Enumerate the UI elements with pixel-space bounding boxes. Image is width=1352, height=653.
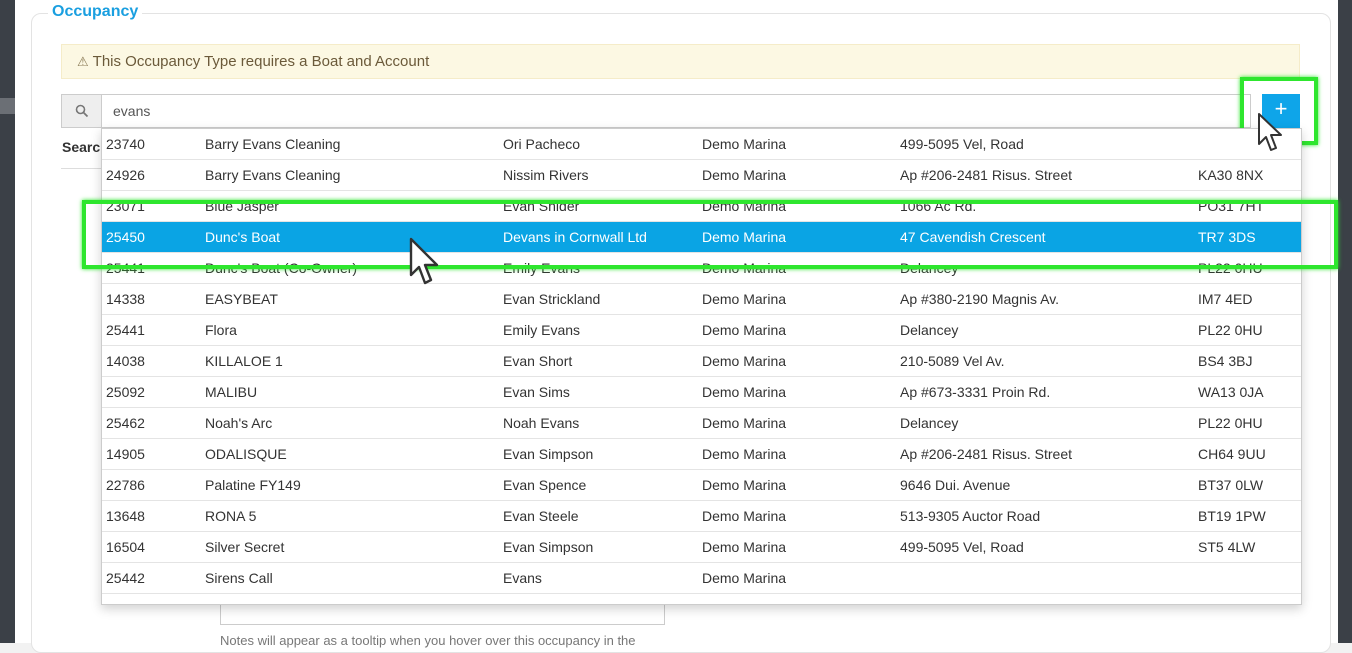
cell-id: 25462	[106, 415, 145, 431]
cell-postcode: PL22 0HU	[1198, 415, 1263, 431]
cell-id: 14905	[106, 446, 145, 462]
cell-owner: Evans	[503, 570, 542, 586]
cell-owner: Evan Sims	[503, 384, 570, 400]
cell-id: 13648	[106, 508, 145, 524]
cell-owner: Evan Simpson	[503, 446, 594, 462]
warning-alert: ⚠ This Occupancy Type requires a Boat and…	[61, 44, 1300, 79]
cell-address: 499-5095 Vel, Road	[900, 539, 1024, 555]
search-input[interactable]	[101, 94, 1251, 128]
cell-address: 210-5089 Vel Av.	[900, 353, 1005, 369]
result-row[interactable]: 16504 Silver Secret Evan Simpson Demo Marin…	[102, 532, 1301, 563]
cell-boat: Silver Secret	[205, 539, 285, 555]
cell-id: 24926	[106, 167, 145, 183]
left-sidebar-rail	[0, 0, 15, 643]
cell-address: Ap #206-2481 Risus. Street	[900, 446, 1072, 462]
cell-postcode: IM7 4ED	[1198, 291, 1253, 307]
cell-id: 23740	[106, 136, 145, 152]
cell-postcode: PL22 0HU	[1198, 322, 1263, 338]
cell-owner: Emily Evans	[503, 322, 581, 338]
cell-address: Ap #206-2481 Risus. Street	[900, 167, 1072, 183]
cell-boat: Noah's Arc	[205, 415, 273, 431]
cell-marina: Demo Marina	[702, 446, 787, 462]
cell-id: 25441	[106, 322, 145, 338]
cell-marina: Demo Marina	[702, 167, 787, 183]
cell-id: 14038	[106, 353, 145, 369]
cell-boat: Flora	[205, 322, 237, 338]
warning-icon: ⚠	[77, 54, 89, 69]
cell-postcode: WA13 0JA	[1198, 384, 1264, 400]
search-icon	[61, 94, 101, 128]
result-row[interactable]: 14038 KILLALOE 1 Evan Short Demo Marina 210-…	[102, 346, 1301, 377]
result-row[interactable]: 25092 MALIBU Evan Sims Demo Marina Ap #673-3…	[102, 377, 1301, 408]
cell-marina: Demo Marina	[702, 570, 787, 586]
cell-address: 499-5095 Vel, Road	[900, 136, 1024, 152]
selected-row-highlight	[82, 200, 1338, 269]
cell-marina: Demo Marina	[702, 291, 787, 307]
cell-address: Ap #380-2190 Magnis Av.	[900, 291, 1060, 307]
cell-boat: Barry Evans Cleaning	[205, 167, 341, 183]
cell-id: 22786	[106, 477, 145, 493]
result-row[interactable]: 25442 Sirens Call Evans Demo Marina	[102, 563, 1301, 594]
cell-address: 9646 Dui. Avenue	[900, 477, 1011, 493]
cell-marina: Demo Marina	[702, 353, 787, 369]
cell-postcode: ST5 4LW	[1198, 539, 1256, 555]
cell-marina: Demo Marina	[702, 322, 787, 338]
sidebar-toggle[interactable]	[0, 98, 15, 114]
cell-owner: Noah Evans	[503, 415, 580, 431]
cell-owner: Evan Short	[503, 353, 573, 369]
cell-postcode: KA30 8NX	[1198, 167, 1264, 183]
result-row[interactable]: 23740 Barry Evans Cleaning Ori Pacheco Demo…	[102, 129, 1301, 160]
cell-boat: Palatine FY149	[205, 477, 301, 493]
cell-postcode: BT19 1PW	[1198, 508, 1266, 524]
cell-id: 16504	[106, 539, 145, 555]
cell-owner: Nissim Rivers	[503, 167, 589, 183]
result-row[interactable]: 25462 Noah's Arc Noah Evans Demo Marina Dela…	[102, 408, 1301, 439]
result-row[interactable]: 14905 ODALISQUE Evan Simpson Demo Marina Ap …	[102, 439, 1301, 470]
cell-marina: Demo Marina	[702, 508, 787, 524]
cell-postcode: BS4 3BJ	[1198, 353, 1253, 369]
cell-boat: ODALISQUE	[205, 446, 287, 462]
cell-address: Delancey	[900, 415, 959, 431]
cell-id: 14338	[106, 291, 145, 307]
cell-marina: Demo Marina	[702, 477, 787, 493]
cell-boat: Barry Evans Cleaning	[205, 136, 341, 152]
cell-marina: Demo Marina	[702, 539, 787, 555]
cell-postcode: BT37 0LW	[1198, 477, 1264, 493]
cell-boat: KILLALOE 1	[205, 353, 283, 369]
cell-id: 25092	[106, 384, 145, 400]
alert-text: This Occupancy Type requires a Boat and …	[92, 53, 430, 70]
cell-postcode: CH64 9UU	[1198, 446, 1266, 462]
page-content: Occupancy ⚠ This Occupancy Type requires …	[15, 0, 1338, 653]
result-row[interactable]: 13648 RONA 5 Evan Steele Demo Marina 513-930…	[102, 501, 1301, 532]
cell-boat: MALIBU	[205, 384, 258, 400]
cell-owner: Evan Spence	[503, 477, 587, 493]
cell-marina: Demo Marina	[702, 415, 787, 431]
cell-owner: Evan Steele	[503, 508, 579, 524]
right-scrollbar[interactable]	[1338, 0, 1352, 643]
cell-marina: Demo Marina	[702, 384, 787, 400]
result-row[interactable]: 22786 Palatine FY149 Evan Spence Demo Marin…	[102, 470, 1301, 501]
result-row[interactable]: 25441 Flora Emily Evans Demo Marina Delancey…	[102, 315, 1301, 346]
cell-boat: Sirens Call	[205, 570, 273, 586]
cell-owner: Evan Simpson	[503, 539, 594, 555]
cell-owner: Evan Strickland	[503, 291, 601, 307]
cell-boat: RONA 5	[205, 508, 257, 524]
cell-marina: Demo Marina	[702, 136, 787, 152]
result-row[interactable]: 24926 Barry Evans Cleaning Nissim Rivers De…	[102, 160, 1301, 191]
search-section-label: Searc	[62, 139, 101, 155]
cell-id: 25442	[106, 570, 145, 586]
cell-address: Ap #673-3331 Proin Rd.	[900, 384, 1051, 400]
boat-search-group	[61, 94, 1261, 128]
cell-address: 513-9305 Auctor Road	[900, 508, 1041, 524]
cell-boat: EASYBEAT	[205, 291, 278, 307]
notes-help-text: Notes will appear as a tooltip when you …	[220, 633, 636, 648]
result-row[interactable]: 14338 EASYBEAT Evan Strickland Demo Marina A…	[102, 284, 1301, 315]
panel-title: Occupancy	[48, 3, 143, 21]
cell-address: Delancey	[900, 322, 959, 338]
cell-owner: Ori Pacheco	[503, 136, 581, 152]
